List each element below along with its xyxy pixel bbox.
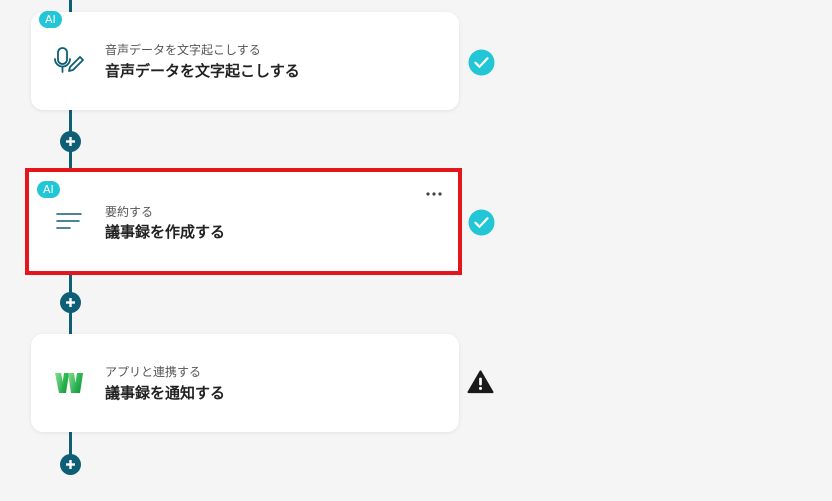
- flow-canvas: AI 音声データを文字起こしする 音声データを文字起こしする AI 要約する 議…: [0, 0, 832, 501]
- w-app-logo-icon: [51, 365, 87, 401]
- step-subtitle: アプリと連携する: [105, 365, 202, 379]
- flow-connector: [69, 0, 72, 12]
- step-subtitle: 要約する: [105, 205, 154, 219]
- step-title: 音声データを文字起こしする: [105, 62, 300, 80]
- plus-icon: [66, 460, 75, 469]
- warning-icon: [467, 368, 494, 395]
- success-check-icon: [468, 49, 495, 76]
- add-step-button[interactable]: [60, 292, 81, 313]
- step-subtitle: 音声データを文字起こしする: [105, 43, 261, 57]
- microphone-pen-icon: [51, 44, 87, 80]
- more-options-icon[interactable]: [424, 187, 444, 201]
- add-step-button[interactable]: [60, 131, 81, 152]
- flow-step-card[interactable]: AI 音声データを文字起こしする 音声データを文字起こしする: [31, 11, 459, 110]
- plus-icon: [66, 137, 75, 146]
- flow-step-card-selected[interactable]: AI 要約する 議事録を作成する: [25, 168, 462, 275]
- plus-icon: [66, 298, 75, 307]
- ai-badge: AI: [39, 11, 62, 28]
- text-lines-icon: [51, 203, 87, 239]
- step-title: 議事録を作成する: [105, 223, 226, 241]
- flow-step-card[interactable]: アプリと連携する 議事録を通知する: [31, 334, 459, 432]
- add-step-button[interactable]: [60, 454, 81, 475]
- ai-badge: AI: [37, 181, 60, 198]
- success-check-icon: [468, 209, 495, 236]
- step-title: 議事録を通知する: [105, 384, 226, 402]
